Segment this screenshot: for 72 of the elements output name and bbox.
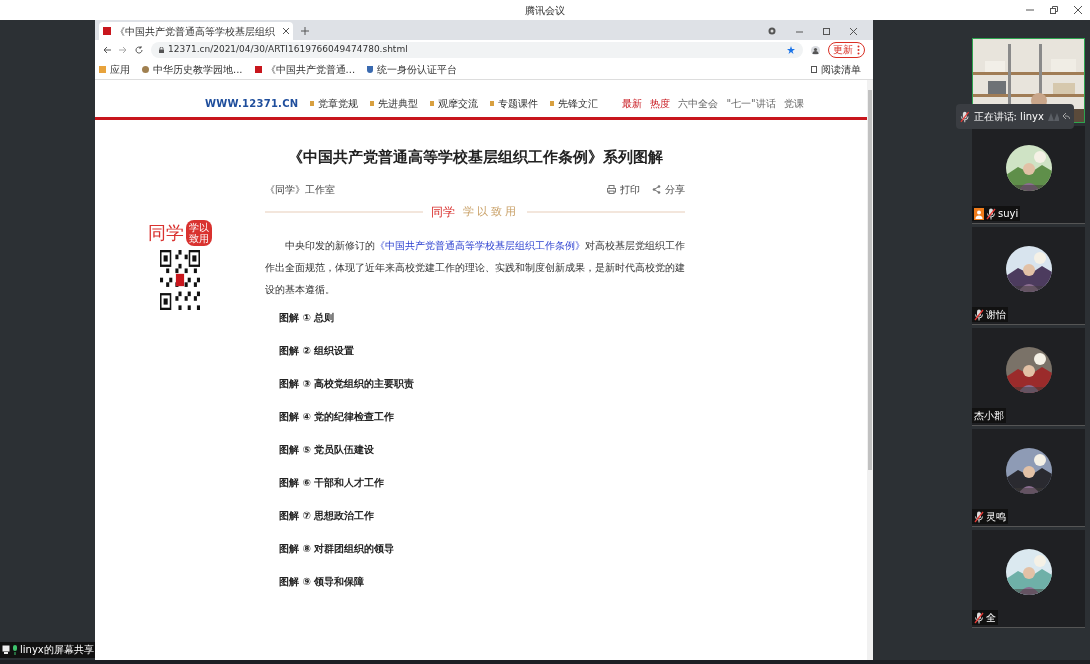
- diagram-link[interactable]: 图解 ③ 高校党组织的主要职责: [279, 377, 685, 390]
- speaking-toast: 正在讲话: linyx: [956, 104, 1074, 129]
- nav-link[interactable]: 党章党规: [310, 96, 359, 111]
- bookmark[interactable]: 应用: [99, 62, 130, 77]
- back-icon[interactable]: [1063, 113, 1070, 120]
- quick-link[interactable]: 最新: [622, 96, 643, 111]
- diagram-link[interactable]: 图解 ④ 党的纪律检查工作: [279, 410, 685, 423]
- bookmark[interactable]: 中华历史教学园地...: [142, 62, 243, 77]
- nav-link[interactable]: 先进典型: [370, 96, 419, 111]
- name-tag: 杰小郡: [972, 408, 1006, 423]
- more-menu-icon[interactable]: [857, 45, 860, 55]
- restore-icon[interactable]: [1050, 6, 1058, 14]
- qr-code-drawing: [160, 250, 200, 310]
- diagram-link[interactable]: 图解 ⑥ 干部和人才工作: [279, 476, 685, 489]
- article-title: 《中国共产党普通高等学校基层组织工作条例》系列图解: [286, 147, 664, 168]
- diagram-link[interactable]: 图解 ② 组织设置: [279, 344, 685, 357]
- nav-link[interactable]: 专题课件: [490, 96, 539, 111]
- name-tag: 谢怡: [972, 307, 1008, 322]
- reading-list[interactable]: 阅读清单: [811, 62, 869, 77]
- window-title: 腾讯会议: [525, 3, 565, 18]
- printer-icon: [607, 185, 616, 194]
- close-icon[interactable]: [850, 27, 857, 35]
- diagram-link[interactable]: 图解 ⑨ 领导和保障: [279, 575, 685, 588]
- bookmark[interactable]: 《中国共产党普通...: [254, 62, 356, 77]
- diagram-link[interactable]: 图解 ① 总则: [279, 311, 685, 324]
- logo-badge: 学以 致用: [186, 220, 212, 246]
- print-link[interactable]: 打印: [607, 182, 640, 197]
- diagram-link[interactable]: 图解 ⑦ 思想政治工作: [279, 509, 685, 522]
- lock-icon: [159, 47, 164, 53]
- diagram-link[interactable]: 图解 ⑤ 党员队伍建设: [279, 443, 685, 456]
- muted-mic-icon: [974, 611, 984, 624]
- name-tag: 灵鸣: [972, 509, 1008, 524]
- quick-link[interactable]: 党课: [783, 96, 804, 111]
- name-tag: suyi: [972, 206, 1021, 221]
- reload-icon[interactable]: [135, 46, 143, 54]
- muted-mic-icon: [974, 510, 984, 523]
- star-icon[interactable]: [787, 46, 795, 54]
- screen-icon: [2, 645, 10, 655]
- article-link[interactable]: 《中国共产党普通高等学校基层组织工作条例》: [375, 240, 585, 251]
- quick-link[interactable]: 热度: [650, 96, 671, 111]
- article-source: 《同学》工作室: [265, 183, 335, 197]
- site-domain: WWW.12371.CN: [205, 97, 299, 111]
- mic-icon: [12, 645, 18, 655]
- site-logo-text: 同学: [148, 224, 184, 242]
- banner-motto: 学以致用: [463, 203, 519, 220]
- back-icon[interactable]: [103, 46, 111, 54]
- muted-mic-icon: [986, 207, 996, 220]
- browser-tab[interactable]: 《中国共产党普通高等学校基层组织: [99, 22, 293, 40]
- intro-paragraph: 中央印发的新修订的《中国共产党普通高等学校基层组织工作条例》对高校基层党组织工作作出全面规范，体现了近年来高校党建工作的理论、实践和制度创新成果，是新时代高校党的建设的基本遵循。: [265, 239, 685, 297]
- close-icon[interactable]: [1074, 6, 1082, 14]
- site-favicon-icon: [103, 27, 111, 35]
- bookmark[interactable]: 统一身份认证平台: [367, 62, 458, 77]
- new-tab-icon[interactable]: [301, 27, 309, 35]
- share-link[interactable]: 分享: [652, 182, 685, 197]
- account-circle-icon[interactable]: [768, 27, 776, 35]
- name-tag: 全: [972, 610, 998, 625]
- quick-link[interactable]: 六中全会: [678, 96, 719, 111]
- update-button[interactable]: 更新: [833, 45, 853, 55]
- profile-icon[interactable]: [811, 45, 820, 55]
- quick-link[interactable]: "七一"讲话: [726, 96, 776, 111]
- meeting-logo-icon: [1047, 112, 1060, 121]
- diagram-link[interactable]: 图解 ⑧ 对群团组织的领导: [279, 542, 685, 555]
- restore-icon[interactable]: [823, 27, 830, 35]
- muted-mic-icon: [974, 308, 984, 321]
- close-icon[interactable]: [283, 28, 289, 34]
- banner-name: 同学: [431, 204, 455, 221]
- address-bar[interactable]: 12371.cn/2021/04/30/ARTI1619766049474780.shtml: [151, 42, 803, 58]
- screen-share-label: linyx的屏幕共享: [0, 642, 96, 658]
- nav-link[interactable]: 先锋文汇: [550, 96, 599, 111]
- muted-mic-icon: [960, 110, 970, 123]
- share-icon: [652, 185, 661, 194]
- nav-link[interactable]: 观摩交流: [430, 96, 479, 111]
